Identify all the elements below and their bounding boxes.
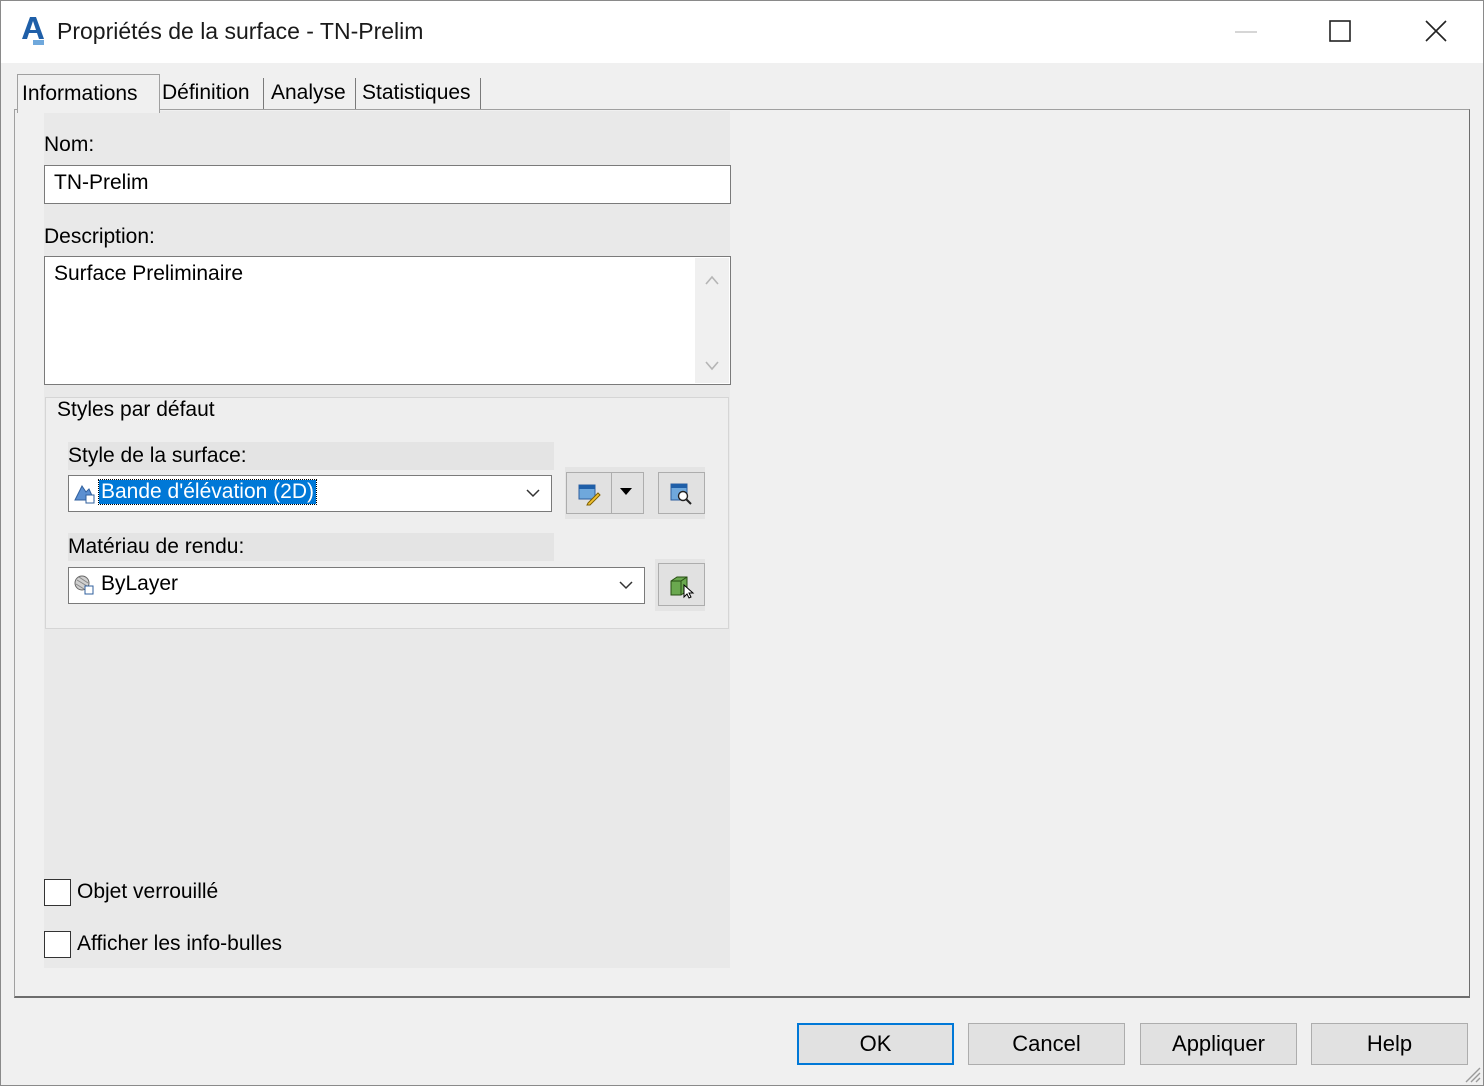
maximize-icon [1329,20,1351,42]
tab-label: Analyse [271,81,346,104]
description-scrollbar[interactable] [695,258,729,383]
tab-separator [480,78,481,109]
object-locked-checkbox[interactable] [44,879,71,906]
surface-style-select[interactable]: Bande d'élévation (2D) [68,475,552,512]
default-styles-group-label: Styles par défaut [55,398,217,422]
split-divider [611,473,612,513]
help-button[interactable]: Help [1311,1023,1468,1065]
pick-material-button[interactable] [658,563,705,606]
render-material-select[interactable]: ByLayer [68,567,645,604]
cancel-button[interactable]: Cancel [968,1023,1125,1065]
dialog-window: Propriétés de la surface - TN-Prelim Inf… [0,0,1484,1086]
tab-informations[interactable]: Informations [17,74,160,113]
close-icon [1425,20,1447,42]
description-value: Surface Preliminaire [54,262,244,285]
surface-style-value: Bande d'élévation (2D) [98,479,317,505]
description-field[interactable]: Surface Preliminaire [44,256,731,385]
preview-style-button[interactable] [658,472,705,514]
autocad-civil-icon [19,15,47,47]
material-icon [74,575,94,595]
chevron-down-icon [619,581,633,590]
minimize-icon [1235,31,1257,33]
title-bar: Propriétés de la surface - TN-Prelim [1,1,1483,63]
render-material-value: ByLayer [101,572,179,595]
tab-label: Informations [22,82,138,105]
name-field[interactable]: TN-Prelim [44,165,731,204]
name-value: TN-Prelim [54,171,149,194]
surface-style-icon [74,485,95,504]
chevron-down-icon [526,489,540,498]
tab-label: Statistiques [362,81,471,104]
tab-separator [355,78,356,109]
name-label: Nom: [44,133,95,156]
style-preview-icon [670,483,692,505]
surface-style-label: Style de la surface: [68,444,247,467]
tab-separator [263,78,264,109]
tab-analyse[interactable]: Analyse [267,76,356,110]
object-locked-label: Objet verrouillé [77,880,219,903]
window-title: Propriétés de la surface - TN-Prelim [57,18,424,44]
apply-button[interactable]: Appliquer [1140,1023,1297,1065]
tab-panel-informations: Nom: TN-Prelim Description: Surface Prel… [14,109,1470,998]
resize-grip-icon[interactable] [1461,1063,1481,1083]
tab-definition[interactable]: Définition [158,76,262,110]
minimize-button[interactable] [1200,1,1292,63]
render-material-label: Matériau de rendu: [68,535,245,558]
dropdown-arrow-icon[interactable] [619,487,633,497]
maximize-button[interactable] [1294,1,1386,63]
edit-style-icon [578,484,601,506]
material-pick-icon [670,576,695,599]
description-label: Description: [44,225,155,248]
ok-button[interactable]: OK [797,1023,954,1065]
tab-statistiques[interactable]: Statistiques [358,76,480,110]
tab-label: Définition [162,81,250,104]
scroll-arrows-icon [705,275,719,371]
tab-strip: Informations Définition Analyse Statisti… [1,63,1483,113]
close-button[interactable] [1390,1,1482,63]
show-tooltips-label: Afficher les info-bulles [77,932,283,955]
edit-style-split-button[interactable] [566,472,644,514]
show-tooltips-checkbox[interactable] [44,931,71,958]
